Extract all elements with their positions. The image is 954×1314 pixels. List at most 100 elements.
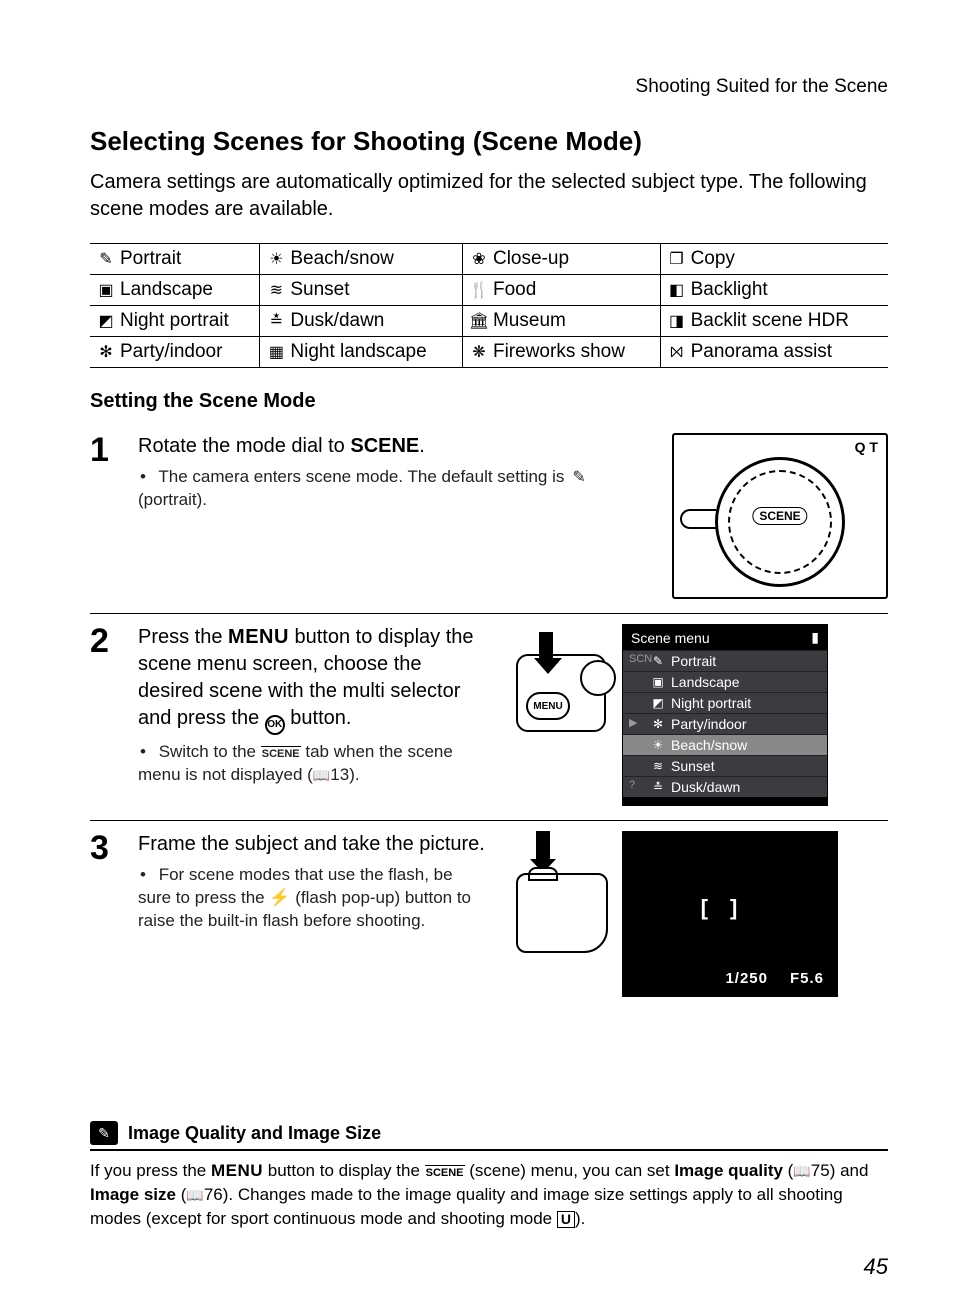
scene-menu-item[interactable]: SCN✎Portrait [623, 650, 827, 671]
scene-label: Landscape [120, 279, 213, 300]
scene-mode-table: ✎Portrait☀Beach/snow❀Close-up❐Copy▣Lands… [90, 243, 888, 368]
scene-icon: 🍴 [469, 280, 489, 300]
menu-side-icon [629, 695, 645, 711]
scene-label: Copy [691, 248, 735, 269]
scene-mode-cell: 🏛Museum [462, 306, 660, 337]
note-text: If you press the MENU button to display … [90, 1159, 888, 1230]
scene-label: Dusk/dawn [290, 310, 384, 331]
scene-label: Backlit scene HDR [691, 310, 849, 331]
book-icon [186, 1185, 203, 1204]
note-title: Image Quality and Image Size [128, 1123, 381, 1144]
scene-tab-icon: SCENE [261, 746, 301, 762]
scene-label: Food [493, 279, 536, 300]
scene-icon: ≋ [266, 280, 286, 300]
scene-menu-item[interactable]: ?≛Dusk/dawn [623, 776, 827, 797]
scene-icon: ☀ [266, 249, 286, 269]
step-1: 1 Rotate the mode dial to SCENE. The cam… [90, 423, 888, 614]
step-3: 3 Frame the subject and take the picture… [90, 821, 888, 1011]
scene-mode-cell: ☀Beach/snow [260, 244, 463, 275]
scene-glyph: SCENE [350, 435, 419, 457]
step-3-text: Frame the subject and take the picture. [138, 831, 490, 858]
note-icon: ✎ [90, 1121, 118, 1145]
scene-label: Beach/snow [290, 248, 394, 269]
scene-icon: ❀ [469, 249, 489, 269]
menu-side-icon [629, 758, 645, 774]
page-title: Selecting Scenes for Shooting (Scene Mod… [90, 126, 888, 157]
scene-label: Sunset [290, 279, 349, 300]
page-number: 45 [864, 1254, 888, 1280]
menu-item-label: Night portrait [671, 695, 751, 711]
scene-label: Night portrait [120, 310, 229, 331]
scene-icon: ▦ [266, 342, 286, 362]
portrait-icon: ✎ [569, 467, 589, 489]
mode-dial-figure: Q T SCENE [672, 433, 888, 599]
book-icon [313, 765, 330, 784]
scene-icon: ⨝ [667, 344, 687, 362]
scene-menu-screen: Scene menu ▮ SCN✎Portrait▣Landscape◩Nigh… [622, 624, 828, 806]
scene-mode-cell: ▣Landscape [90, 275, 260, 306]
dial-side [680, 509, 716, 529]
menu-item-icon: ◩ [651, 696, 665, 710]
book-icon [793, 1161, 810, 1180]
menu-item-icon: ☀ [651, 738, 665, 752]
scene-icon: ◩ [96, 311, 116, 331]
step-2-bullet: Switch to the SCENE tab when the scene m… [138, 741, 490, 787]
focus-brackets-icon: [] [701, 895, 760, 921]
dial-scene-label: SCENE [752, 507, 807, 525]
scene-label: Fireworks show [493, 341, 625, 362]
scene-mode-cell: ⨝Panorama assist [660, 337, 888, 368]
scene-label: Portrait [120, 248, 181, 269]
t: . [419, 435, 425, 457]
step-1-text: Rotate the mode dial to SCENE. [138, 433, 646, 460]
menu-side-icon: ▶ [629, 716, 645, 732]
t: ). [575, 1209, 585, 1228]
menu-item-icon: ≋ [651, 759, 665, 773]
menu-button-label: MENU [526, 692, 570, 720]
scene-label: Night landscape [290, 341, 426, 362]
menu-side-icon [629, 737, 645, 753]
scene-menu-item[interactable]: ≋ Sunset [623, 755, 827, 776]
scene-label: Backlight [691, 279, 768, 300]
scene-mode-cell: ≋Sunset [260, 275, 463, 306]
menu-item-label: Beach/snow [671, 737, 747, 753]
scene-label: Close-up [493, 248, 569, 269]
scene-menu-item[interactable]: ◩ Night portrait [623, 692, 827, 713]
scene-mode-cell: ≛Dusk/dawn [260, 306, 463, 337]
header-section: Shooting Suited for the Scene [90, 76, 888, 98]
scene-icon: ❋ [469, 342, 489, 362]
scene-icon: 🏛 [469, 311, 489, 331]
menu-item-label: Dusk/dawn [671, 779, 740, 795]
scene-label: Panorama assist [691, 341, 833, 362]
scene-menu-item[interactable]: ▶ ✻ Party/indoor [623, 713, 827, 734]
intro-text: Camera settings are automatically optimi… [90, 169, 888, 223]
menu-side-icon: ? [629, 779, 645, 795]
t: (portrait). [138, 490, 207, 509]
zoom-indicator: Q T [855, 439, 878, 455]
scene-label: Party/indoor [120, 341, 222, 362]
scene-menu-item[interactable]: ☀ Beach/snow [623, 734, 827, 755]
u-mode-icon: U [557, 1211, 575, 1228]
scene-icon: ≛ [266, 311, 286, 331]
menu-glyph: MENU [211, 1161, 263, 1180]
scene-icon: ❐ [667, 249, 687, 269]
step-number: 1 [90, 433, 120, 599]
menu-item-icon: ✻ [651, 717, 665, 731]
page-ref: 13 [330, 765, 349, 784]
t: If you press the [90, 1161, 211, 1180]
flash-icon: ⚡ [269, 888, 290, 907]
t: Press the [138, 626, 228, 648]
t: The camera enters scene mode. The defaul… [158, 467, 569, 486]
aperture: F5.6 [790, 970, 824, 987]
step-2-text: Press the MENU button to display the sce… [138, 624, 490, 735]
menu-item-label: Sunset [671, 758, 715, 774]
t: Rotate the mode dial to [138, 435, 350, 457]
ok-button-icon: OK [265, 715, 285, 735]
menu-glyph: MENU [228, 626, 289, 648]
t: ) and [830, 1161, 869, 1180]
menu-item-label: Portrait [671, 653, 716, 669]
scene-mode-cell: ❀Close-up [462, 244, 660, 275]
menu-item-icon: ▣ [651, 675, 665, 689]
menu-side-icon [629, 674, 645, 690]
scene-menu-item[interactable]: ▣Landscape [623, 671, 827, 692]
menu-item-label: Party/indoor [671, 716, 746, 732]
